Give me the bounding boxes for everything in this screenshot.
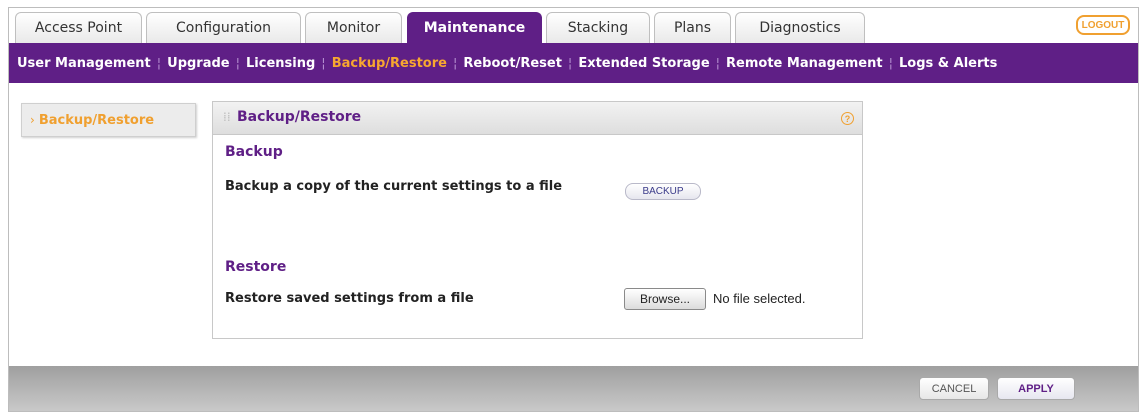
- leftnav-item-backup-restore[interactable]: › Backup/Restore: [21, 103, 196, 137]
- sub-navigation: User Management ¦ Upgrade ¦ Licensing ¦ …: [9, 43, 1138, 83]
- tab-diagnostics[interactable]: Diagnostics: [735, 12, 865, 43]
- browse-file-button[interactable]: Browse...: [624, 288, 706, 310]
- backup-restore-panel: ⁞⁞ Backup/Restore ? Backup Backup a copy…: [212, 101, 863, 339]
- subnav-remote-management[interactable]: Remote Management: [726, 56, 883, 71]
- restore-heading: Restore: [225, 259, 287, 275]
- leftnav-item-label: Backup/Restore: [38, 112, 155, 128]
- subnav-separator: ¦: [321, 55, 326, 71]
- tab-stacking[interactable]: Stacking: [546, 12, 650, 43]
- subnav-separator: ¦: [452, 55, 458, 71]
- help-icon[interactable]: ?: [841, 112, 854, 125]
- tab-maintenance[interactable]: Maintenance: [407, 12, 542, 43]
- subnav-separator: ¦: [156, 55, 162, 71]
- tab-plans[interactable]: Plans: [654, 12, 731, 43]
- chevron-right-icon: ›: [30, 113, 35, 127]
- restore-description: Restore saved settings from a file: [225, 291, 474, 306]
- subnav-separator: ¦: [567, 55, 573, 71]
- subnav-backup-restore[interactable]: Backup/Restore: [332, 56, 447, 71]
- subnav-upgrade[interactable]: Upgrade: [167, 56, 229, 71]
- tab-monitor[interactable]: Monitor: [305, 12, 402, 43]
- backup-heading: Backup: [225, 144, 283, 160]
- subnav-user-management[interactable]: User Management: [17, 56, 151, 71]
- cancel-button[interactable]: CANCEL: [919, 377, 989, 400]
- tab-access-point[interactable]: Access Point: [15, 12, 142, 43]
- subnav-reboot-reset[interactable]: Reboot/Reset: [463, 56, 562, 71]
- app-frame: Access Point Configuration Monitor Maint…: [8, 7, 1139, 412]
- subnav-separator: ¦: [715, 55, 721, 71]
- backup-button[interactable]: BACKUP: [625, 183, 701, 200]
- subnav-separator: ¦: [888, 55, 893, 71]
- panel-title: Backup/Restore: [237, 109, 362, 125]
- footer-bar: CANCEL APPLY: [9, 366, 1138, 411]
- subnav-licensing[interactable]: Licensing: [246, 56, 315, 71]
- subnav-separator: ¦: [235, 55, 241, 71]
- panel-header: ⁞⁞ Backup/Restore ?: [213, 102, 862, 135]
- main-tab-bar: Access Point Configuration Monitor Maint…: [9, 8, 1138, 43]
- backup-description: Backup a copy of the current settings to…: [225, 179, 563, 194]
- apply-button[interactable]: APPLY: [997, 377, 1075, 400]
- file-status-text: No file selected.: [713, 291, 806, 306]
- subnav-logs-alerts[interactable]: Logs & Alerts: [899, 56, 997, 71]
- logout-button[interactable]: LOGOUT: [1076, 15, 1130, 35]
- tab-configuration[interactable]: Configuration: [146, 12, 301, 43]
- subnav-extended-storage[interactable]: Extended Storage: [578, 56, 709, 71]
- drag-grip-icon: ⁞⁞: [223, 110, 231, 124]
